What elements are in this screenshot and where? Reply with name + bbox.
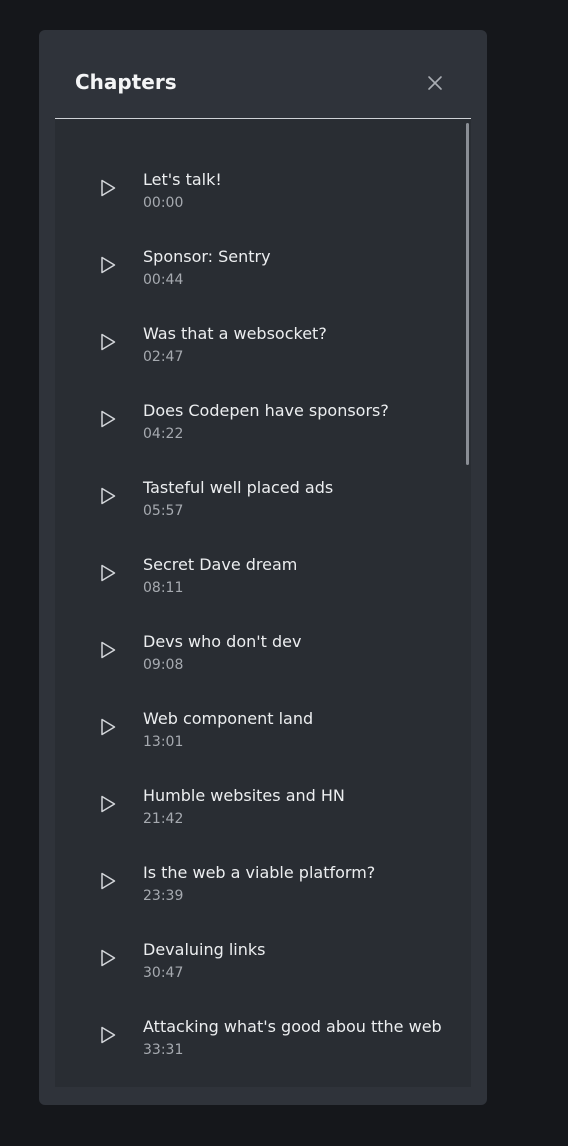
chapter-title: Attacking what's good abou tthe web <box>143 1017 442 1036</box>
close-icon <box>428 76 442 90</box>
play-icon[interactable] <box>99 717 117 737</box>
chapter-item[interactable]: Is the web a viable platform? 23:39 <box>55 850 463 927</box>
chapter-timestamp: 00:44 <box>143 272 184 288</box>
scrollbar-thumb[interactable] <box>466 123 469 465</box>
chapter-timestamp: 30:47 <box>143 965 184 981</box>
chapter-item[interactable]: Devs who don't dev 09:08 <box>55 619 463 696</box>
chapter-item[interactable]: Humble websites and HN 21:42 <box>55 773 463 850</box>
chapter-title: Does Codepen have sponsors? <box>143 401 389 420</box>
chapter-title: Was that a websocket? <box>143 324 327 343</box>
chapter-timestamp: 02:47 <box>143 349 184 365</box>
chapter-item[interactable]: Sponsor: Sentry 00:44 <box>55 234 463 311</box>
chapter-title: Sponsor: Sentry <box>143 247 271 266</box>
play-icon[interactable] <box>99 563 117 583</box>
play-icon[interactable] <box>99 255 117 275</box>
chapter-title: Tasteful well placed ads <box>143 478 334 497</box>
panel-header: Chapters <box>39 30 487 119</box>
play-icon[interactable] <box>99 948 117 968</box>
play-icon[interactable] <box>99 794 117 814</box>
panel-title: Chapters <box>75 70 177 94</box>
chapter-title: Humble websites and HN <box>143 786 345 805</box>
chapter-item[interactable]: Devaluing links 30:47 <box>55 927 463 1004</box>
play-icon[interactable] <box>99 409 117 429</box>
chapter-item[interactable]: Let's talk! 00:00 <box>55 157 463 234</box>
chapter-timestamp: 23:39 <box>143 888 184 904</box>
chapter-title: Web component land <box>143 709 314 728</box>
chapter-timestamp: 05:57 <box>143 503 184 519</box>
chapter-title: Let's talk! <box>143 170 222 189</box>
chapter-timestamp: 13:01 <box>143 734 184 750</box>
chapter-timestamp: 21:42 <box>143 811 184 827</box>
chapters-panel: Chapters Let's talk! 00:00 Sponsor: Sentry… <box>39 30 487 1105</box>
chapter-item[interactable]: Secret Dave dream 08:11 <box>55 542 463 619</box>
play-icon[interactable] <box>99 332 117 352</box>
chapter-title: Devaluing links <box>143 940 266 959</box>
chapter-timestamp: 08:11 <box>143 580 184 596</box>
chapter-list[interactable]: Let's talk! 00:00 Sponsor: Sentry 00:44 Was … <box>55 119 471 1087</box>
play-icon[interactable] <box>99 178 117 198</box>
chapter-timestamp: 33:31 <box>143 1042 184 1058</box>
play-icon[interactable] <box>99 1025 117 1045</box>
chapter-timestamp: 09:08 <box>143 657 184 673</box>
chapter-item[interactable]: Was that a websocket? 02:47 <box>55 311 463 388</box>
chapter-timestamp: 04:22 <box>143 426 184 442</box>
chapter-title: Devs who don't dev <box>143 632 302 651</box>
chapter-title: Is the web a viable platform? <box>143 863 376 882</box>
chapter-title: Secret Dave dream <box>143 555 298 574</box>
close-button[interactable] <box>422 70 448 96</box>
chapter-item[interactable]: Web component land 13:01 <box>55 696 463 773</box>
chapter-item[interactable]: Does Codepen have sponsors? 04:22 <box>55 388 463 465</box>
play-icon[interactable] <box>99 486 117 506</box>
play-icon[interactable] <box>99 640 117 660</box>
chapter-timestamp: 00:00 <box>143 195 184 211</box>
chapter-item[interactable]: Tasteful well placed ads 05:57 <box>55 465 463 542</box>
play-icon[interactable] <box>99 871 117 891</box>
chapter-item[interactable]: Attacking what's good abou tthe web 33:31 <box>55 1004 463 1081</box>
